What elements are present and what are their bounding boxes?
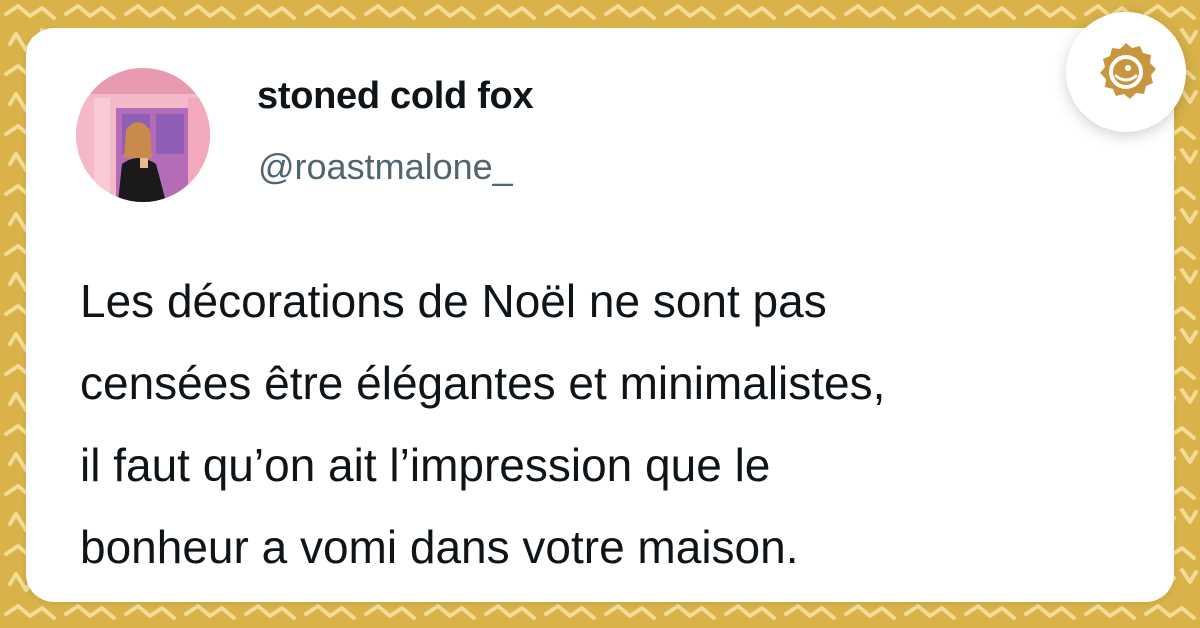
tweet-line: censées être élégantes et minimalistes, [80,357,886,409]
display-name[interactable]: stoned cold fox [257,75,534,118]
tweet-card: stoned cold fox @roastmalone_ Les décora… [26,28,1174,602]
profile-photo-icon [76,68,210,202]
tweet-line: il faut qu’on ait l’impression que le [80,439,771,491]
egg-chick-logo-icon [1100,43,1156,99]
tweet-line: Les décorations de Noël ne sont pas [80,275,827,327]
tweet-text: Les décorations de Noël ne sont pas cens… [80,260,1160,588]
avatar[interactable] [76,68,210,202]
tweet-line: bonheur a vomi dans votre maison. [80,521,799,573]
user-handle[interactable]: @roastmalone_ [258,146,513,188]
brand-logo-badge [1066,12,1186,132]
